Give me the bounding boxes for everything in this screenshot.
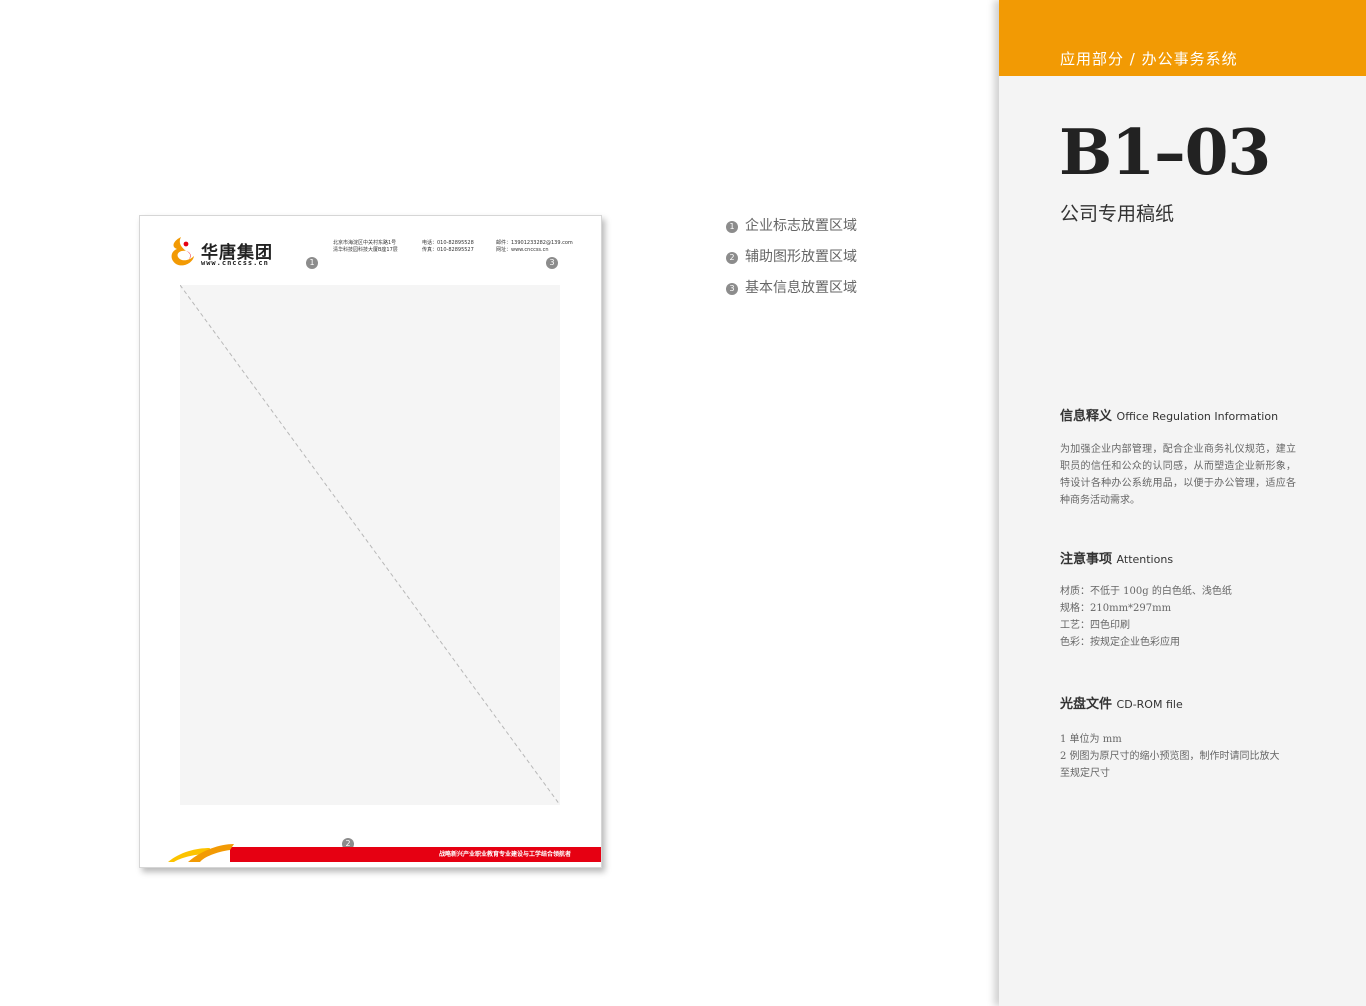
header-contact: 邮件：13901233282@139.com 网址：www.cnccss.cn <box>496 240 573 254</box>
section-title-attentions: 注意事项 Attentions <box>1060 548 1173 567</box>
page-subtitle: 公司专用稿纸 <box>1060 203 1175 225</box>
header-address: 北京市海淀区中关村东路1号 清华科技园科技大厦B座17层 <box>333 240 398 254</box>
attention-line: 工艺：四色印刷 <box>1060 620 1130 631</box>
marker-badge-1: 1 <box>306 257 318 269</box>
cdrom-line: 至规定尺寸 <box>1060 768 1110 779</box>
section-body-cdrom: 1 单位为 mm 2 例图为原尺寸的缩小预览图，制作时请同比放大 至规定尺寸 <box>1060 731 1296 782</box>
header-phone: 电话：010-82895528 传真：010-82895527 <box>422 240 474 254</box>
footer-slogan: 战略新兴产业职业教育专业建设与工学结合领航者 <box>438 851 571 858</box>
address-line: 清华科技园科技大厦B座17层 <box>333 247 398 253</box>
attention-line: 色彩：按规定企业色彩应用 <box>1060 637 1180 648</box>
phone-line: 电话：010-82895528 <box>422 240 474 246</box>
cdrom-line: 2 例图为原尺寸的缩小预览图，制作时请同比放大 <box>1060 751 1280 762</box>
section-title-cn: 注意事项 <box>1060 552 1113 567</box>
legend-number: 2 <box>726 252 738 264</box>
section-title-cn: 信息释义 <box>1060 409 1113 424</box>
diagonal-guide-line <box>180 285 560 805</box>
logo-url: www.cnccss.cn <box>201 259 269 267</box>
section-title-cn: 光盘文件 <box>1060 697 1113 712</box>
legend-text: 辅助图形放置区域 <box>745 249 857 265</box>
address-line: 北京市海淀区中关村东路1号 <box>333 240 397 246</box>
legend-number: 1 <box>726 221 738 233</box>
marker-badge-3: 3 <box>546 257 558 269</box>
section-title-info: 信息释义 Office Regulation Information <box>1060 405 1278 424</box>
letterhead-sheet: 华唐集团 www.cnccss.cn 北京市海淀区中关村东路1号 清华科技园科技… <box>139 215 602 868</box>
section-title-cdrom: 光盘文件 CD-ROM file <box>1060 693 1183 712</box>
content-placeholder <box>180 285 560 805</box>
panel-header-bar: 应用部分 / 办公事务系统 <box>999 0 1366 76</box>
info-paragraph: 为加强企业内部管理，配合企业商务礼仪规范，建立职员的信任和公众的认同感，从而塑造… <box>1060 444 1296 506</box>
section-title-en: CD-ROM file <box>1116 698 1183 711</box>
cdrom-line: 1 单位为 mm <box>1060 734 1122 745</box>
section-body-attentions: 材质：不低于 100g 的白色纸、浅色纸 规格：210mm*297mm 工艺：四… <box>1060 583 1296 651</box>
section-title-en: Office Regulation Information <box>1116 410 1279 423</box>
section-body-info: 为加强企业内部管理，配合企业商务礼仪规范，建立职员的信任和公众的认同感，从而塑造… <box>1060 441 1296 509</box>
info-panel: 应用部分 / 办公事务系统 B1–03 公司专用稿纸 信息释义 Office R… <box>999 0 1366 1006</box>
panel-header-text: 应用部分 / 办公事务系统 <box>1060 50 1238 68</box>
email-line: 邮件：13901233282@139.com <box>496 240 573 246</box>
company-logo: 华唐集团 www.cnccss.cn <box>167 235 282 271</box>
attention-line: 规格：210mm*297mm <box>1060 603 1172 614</box>
legend-text: 基本信息放置区域 <box>745 280 857 296</box>
fax-line: 传真：010-82895527 <box>422 247 474 253</box>
logo-flame-icon <box>171 237 194 266</box>
page-code: B1–03 <box>1059 115 1271 189</box>
website-line: 网址：www.cnccss.cn <box>496 247 549 253</box>
legend-text: 企业标志放置区域 <box>745 218 857 234</box>
attention-line: 材质：不低于 100g 的白色纸、浅色纸 <box>1060 586 1232 597</box>
section-title-en: Attentions <box>1116 553 1174 566</box>
legend-number: 3 <box>726 283 738 295</box>
